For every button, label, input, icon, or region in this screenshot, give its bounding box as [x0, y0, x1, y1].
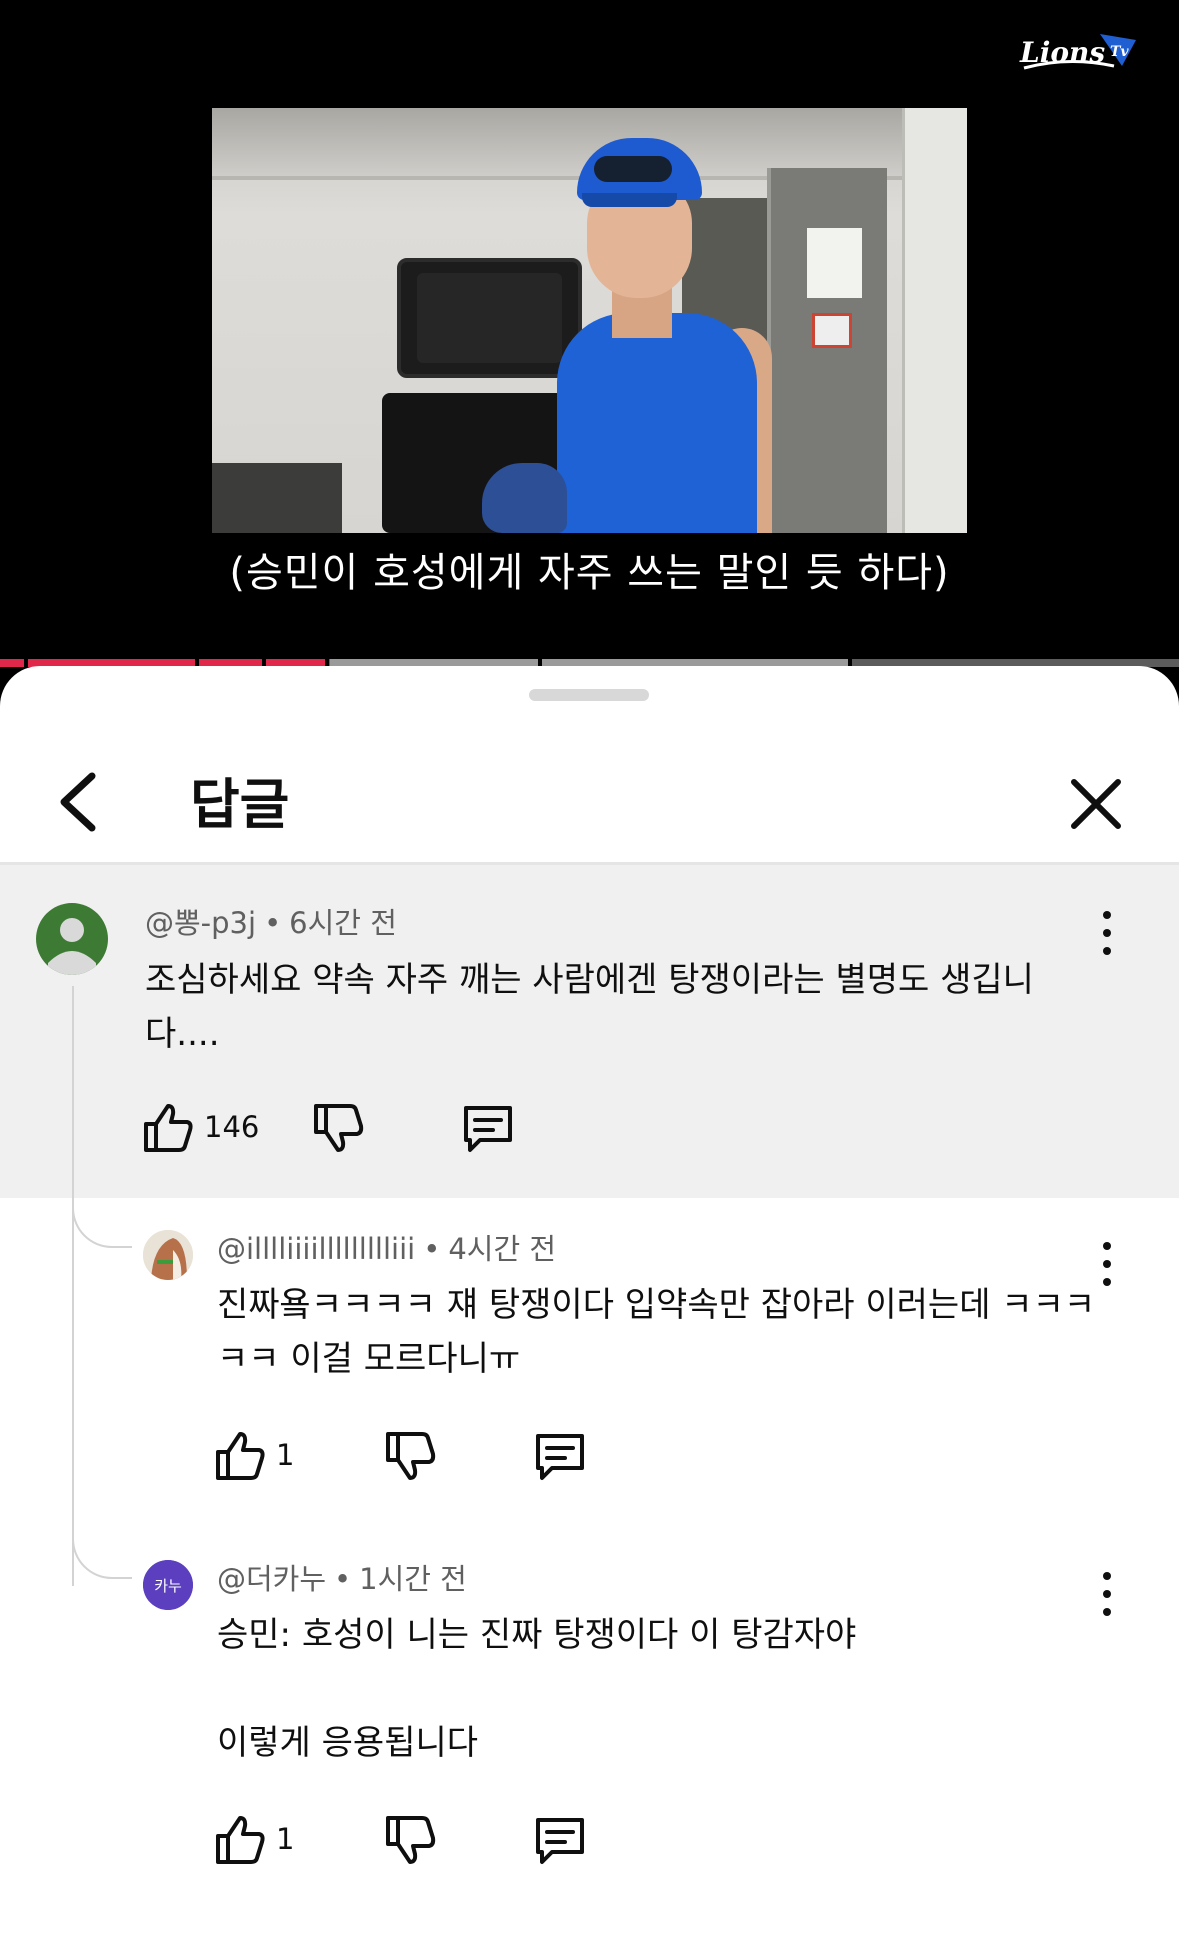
like-button[interactable]: [212, 1812, 268, 1868]
comment-actions: 1: [212, 1428, 612, 1488]
close-button[interactable]: [1062, 770, 1130, 838]
video-subtitle: (승민이 호성에게 자주 쓰는 말인 듯 하다): [229, 550, 950, 596]
reply-comment: 카누 @더카누 • 1시간 전 승민: 호성이 니는 진짜 탕쟁이다 이 탕감자야 …: [0, 1528, 1179, 1958]
reply-button[interactable]: [460, 1100, 516, 1156]
more-options-button[interactable]: [1092, 1240, 1122, 1290]
chevron-left-icon: [60, 772, 96, 832]
reply-comment: @illlliiiillllllllliii • 4시간 전 진짜욬ㅋㅋㅋㅋ 쟤 탕…: [0, 1198, 1179, 1528]
more-options-button[interactable]: [1092, 909, 1122, 959]
thumbs-up-icon: [144, 1104, 193, 1152]
reply-icon: [536, 1818, 584, 1864]
thumbs-down-icon: [314, 1104, 364, 1152]
thumbs-down-icon: [386, 1432, 436, 1480]
like-count: 146: [204, 1110, 260, 1144]
thumbs-up-icon: [216, 1816, 265, 1864]
comment-time: 6시간 전: [289, 906, 397, 940]
comment-time: 4시간 전: [448, 1232, 557, 1266]
channel-logo: Lions Tv: [1018, 26, 1138, 78]
comment-actions: 1: [212, 1812, 612, 1872]
more-options-button[interactable]: [1092, 1570, 1122, 1620]
replies-sheet: 답글 @뽕-p3j • 6시간 전 조심하세요 약속 자주 깨는 사람에겐 탕쟁이라…: [0, 666, 1179, 1958]
comment-time: 1시간 전: [359, 1562, 467, 1596]
user-photo-icon: [143, 1230, 193, 1280]
video-player[interactable]: Lions Tv (승민이 호성에게 자주 쓰는 말인 듯 하다): [0, 0, 1179, 668]
comment-text: 진짜욬ㅋㅋㅋㅋ 쟤 탕쟁이다 입약속만 잡아라 이러는데 ㅋㅋㅋㅋㅋ 이걸 모르…: [217, 1285, 1096, 1379]
default-avatar-icon: [48, 918, 96, 975]
dislike-button[interactable]: [382, 1812, 438, 1868]
video-frame[interactable]: [212, 108, 967, 533]
comment-meta: @illlliiiillllllllliii • 4시간 전: [217, 1232, 557, 1266]
parent-comment: @뽕-p3j • 6시간 전 조심하세요 약속 자주 깨는 사람에겐 탕쟁이라는 별…: [0, 865, 1179, 1198]
reply-icon: [464, 1106, 512, 1152]
comment-author[interactable]: @더카누: [217, 1562, 326, 1596]
reply-button[interactable]: [532, 1428, 588, 1484]
like-button[interactable]: [140, 1100, 196, 1156]
back-button[interactable]: [50, 766, 110, 838]
comment-meta: @더카누 • 1시간 전: [217, 1562, 467, 1596]
reply-icon: [536, 1434, 584, 1480]
sheet-header: 답글: [0, 726, 1179, 856]
avatar[interactable]: [143, 1230, 193, 1280]
comment-author[interactable]: @illlliiiillllllllliii: [217, 1232, 415, 1266]
avatar-label: 카누: [154, 1577, 182, 1595]
channel-logo-text: Lions: [1019, 36, 1105, 69]
thumbs-up-icon: [216, 1432, 265, 1480]
avatar-label-badge: 카누: [143, 1560, 193, 1610]
comment-text-line-1: 승민: 호성이 니는 진짜 탕쟁이다 이 탕감자야: [217, 1615, 857, 1655]
thumbs-down-icon: [386, 1816, 436, 1864]
comment-text-line-2: 이렇게 응용됩니다: [217, 1723, 479, 1763]
avatar[interactable]: [36, 903, 108, 975]
dislike-button[interactable]: [382, 1428, 438, 1484]
like-button[interactable]: [212, 1428, 268, 1484]
svg-text:Tv: Tv: [1110, 44, 1129, 60]
like-count: 1: [276, 1822, 295, 1856]
close-icon: [1071, 779, 1121, 829]
comment-meta: @뽕-p3j • 6시간 전: [145, 906, 397, 940]
comment-author[interactable]: @뽕-p3j: [145, 906, 256, 940]
dislike-button[interactable]: [310, 1100, 366, 1156]
reply-button[interactable]: [532, 1812, 588, 1868]
comment-actions: 146: [140, 1100, 540, 1160]
sheet-title: 답글: [190, 773, 290, 836]
like-count: 1: [276, 1438, 295, 1472]
avatar[interactable]: 카누: [143, 1560, 193, 1610]
comment-text: 조심하세요 약속 자주 깨는 사람에겐 탕쟁이라는 별명도 생깁니다....: [145, 960, 1034, 1054]
drag-handle[interactable]: [529, 689, 649, 701]
